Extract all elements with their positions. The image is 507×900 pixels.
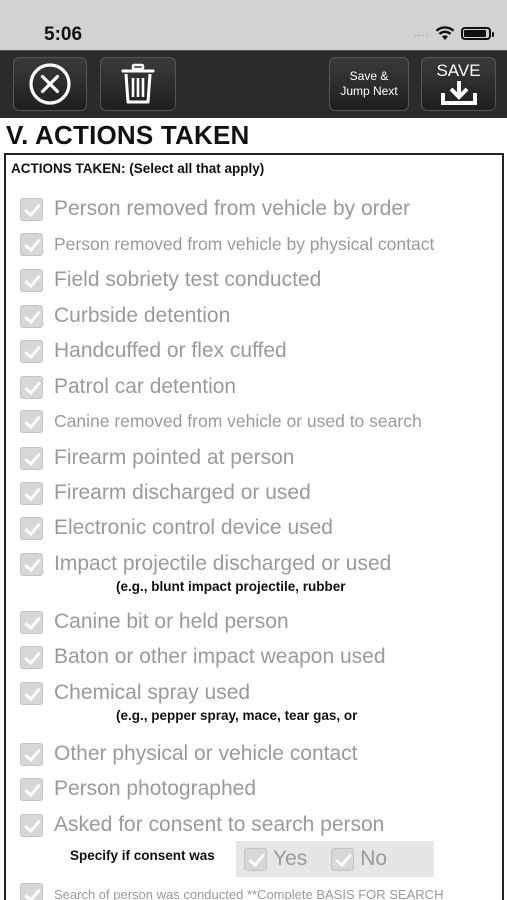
consent-no-option[interactable]: No <box>331 847 387 871</box>
wifi-icon <box>435 26 455 40</box>
option-photographed[interactable]: Person photographed <box>20 777 256 801</box>
option-label: Person removed from vehicle by order <box>54 197 410 220</box>
checkbox[interactable] <box>20 446 43 470</box>
checkbox[interactable] <box>20 375 43 399</box>
download-icon <box>440 81 477 105</box>
option-electronic-control[interactable]: Electronic control device used <box>20 516 333 540</box>
checkbox[interactable] <box>20 233 43 256</box>
option-patrol-car-detention[interactable]: Patrol car detention <box>20 375 236 399</box>
checkbox[interactable] <box>20 681 43 705</box>
close-circle-icon <box>29 63 71 105</box>
option-curbside-detention[interactable]: Curbside detention <box>20 304 230 328</box>
delete-button[interactable] <box>100 57 176 111</box>
checkbox[interactable] <box>20 645 43 669</box>
consent-choice-group: Yes No <box>236 841 434 877</box>
option-removed-by-order[interactable]: Person removed from vehicle by order <box>20 197 410 221</box>
checkbox[interactable] <box>20 268 43 292</box>
option-label: Firearm discharged or used <box>54 481 311 504</box>
checkbox[interactable] <box>20 304 43 328</box>
option-note: (e.g., blunt impact projectile, rubber <box>116 579 346 594</box>
section-title: V. ACTIONS TAKEN <box>6 120 250 150</box>
option-chemical-spray[interactable]: Chemical spray used <box>20 681 250 705</box>
status-time: 5:06 <box>44 24 83 45</box>
option-label: Impact projectile discharged or used <box>54 552 392 575</box>
option-field-sobriety[interactable]: Field sobriety test conducted <box>20 268 321 292</box>
checkbox[interactable] <box>20 883 43 900</box>
checkbox[interactable] <box>20 481 43 505</box>
option-baton[interactable]: Baton or other impact weapon used <box>20 645 386 669</box>
option-label: Electronic control device used <box>54 516 333 539</box>
option-label: Firearm pointed at person <box>54 446 295 469</box>
consent-no-label: No <box>360 847 388 870</box>
option-impact-projectile[interactable]: Impact projectile discharged or used <box>20 552 391 576</box>
checkbox[interactable] <box>244 847 267 871</box>
checkbox[interactable] <box>20 339 43 363</box>
status-bar: 5:06 .... <box>0 0 507 50</box>
option-label: Chemical spray used <box>54 681 251 704</box>
consent-yes-label: Yes <box>273 847 308 870</box>
option-firearm-discharged[interactable]: Firearm discharged or used <box>20 481 311 505</box>
checkbox[interactable] <box>20 197 43 221</box>
signal-icon: .... <box>413 28 429 39</box>
checkbox[interactable] <box>20 813 43 837</box>
option-label: Search of person was conducted **Complet… <box>54 887 444 900</box>
checkbox[interactable] <box>331 847 355 871</box>
option-label: Other physical or vehicle contact <box>54 742 358 765</box>
actions-taken-form: ACTIONS TAKEN: (Select all that apply) P… <box>4 153 504 900</box>
option-label: Field sobriety test conducted <box>54 268 322 291</box>
option-note: (e.g., pepper spray, mace, tear gas, or <box>116 708 358 723</box>
option-label: Person removed from vehicle by physical … <box>54 234 435 254</box>
checkbox[interactable] <box>20 552 43 576</box>
option-handcuffed[interactable]: Handcuffed or flex cuffed <box>20 339 287 363</box>
option-firearm-pointed[interactable]: Firearm pointed at person <box>20 446 294 470</box>
checkbox[interactable] <box>20 742 43 766</box>
status-icons: .... <box>413 26 494 41</box>
option-label: Canine removed from vehicle or used to s… <box>54 411 422 431</box>
form-header: ACTIONS TAKEN: (Select all that apply) <box>11 161 265 176</box>
checkbox[interactable] <box>20 777 43 801</box>
option-label: Handcuffed or flex cuffed <box>54 339 287 362</box>
option-consent-search[interactable]: Asked for consent to search person <box>20 813 384 837</box>
trash-icon <box>121 63 155 104</box>
option-label: Person photographed <box>54 777 256 800</box>
save-jump-label-line1: Save & <box>349 69 389 83</box>
option-label: Asked for consent to search person <box>54 813 385 836</box>
save-button[interactable]: SAVE <box>421 57 496 111</box>
option-other-contact[interactable]: Other physical or vehicle contact <box>20 742 357 766</box>
option-removed-by-contact[interactable]: Person removed from vehicle by physical … <box>20 233 434 256</box>
checkbox[interactable] <box>20 516 43 540</box>
option-label: Curbside detention <box>54 304 231 327</box>
toolbar: Save & Jump Next SAVE <box>0 50 507 118</box>
checkbox[interactable] <box>20 410 43 433</box>
option-label: Patrol car detention <box>54 375 237 398</box>
close-button[interactable] <box>13 57 87 111</box>
option-label: Canine bit or held person <box>54 610 289 633</box>
save-jump-next-button[interactable]: Save & Jump Next <box>329 57 409 111</box>
battery-icon <box>461 27 494 40</box>
save-label: SAVE <box>436 61 481 80</box>
option-label: Baton or other impact weapon used <box>54 645 386 668</box>
checkbox[interactable] <box>20 610 43 634</box>
consent-yes-option[interactable]: Yes <box>244 847 307 871</box>
option-search-conducted[interactable]: Search of person was conducted **Complet… <box>20 883 443 900</box>
consent-specify-label: Specify if consent was <box>70 848 215 863</box>
save-jump-label-line2: Jump Next <box>340 84 398 98</box>
option-canine-bit[interactable]: Canine bit or held person <box>20 610 289 634</box>
option-canine-search[interactable]: Canine removed from vehicle or used to s… <box>20 410 422 433</box>
